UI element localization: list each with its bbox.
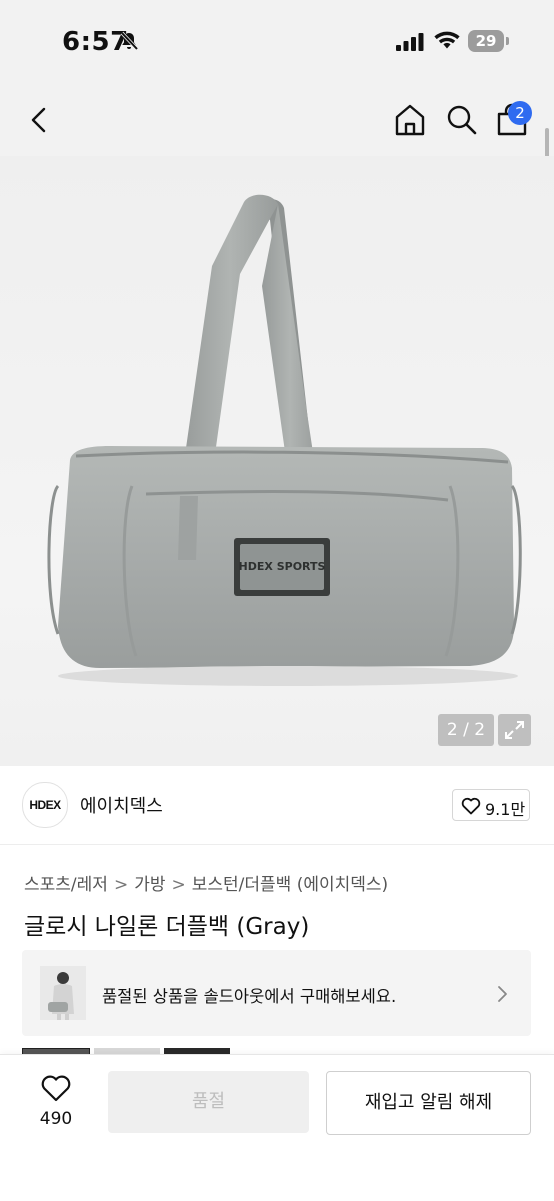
wish-button[interactable]: 490: [20, 1071, 92, 1131]
search-button[interactable]: [444, 102, 480, 142]
breadcrumb-item-bag[interactable]: 가방: [134, 875, 165, 895]
chevron-right-icon: >: [171, 875, 186, 895]
home-button[interactable]: [392, 102, 428, 142]
chevron-right-icon: >: [113, 875, 129, 895]
battery-level: 29: [468, 30, 504, 52]
product-image: HDEX SPORTS: [47, 194, 522, 686]
heart-icon: [461, 797, 481, 815]
banner-thumbnail: [40, 966, 86, 1020]
image-counter: 2 / 2: [438, 714, 494, 746]
bell-muted-icon: [118, 30, 140, 56]
back-button[interactable]: [24, 104, 56, 140]
product-title: 글로시 나일론 더플백 (Gray): [24, 914, 310, 940]
brand-like-count: 9.1만: [485, 800, 526, 819]
cart-count-badge: 2: [508, 101, 532, 125]
soldout-banner[interactable]: 품절된 상품을 솔드아웃에서 구매해보세요.: [22, 950, 531, 1036]
heart-icon: [41, 1075, 71, 1102]
top-nav: 2: [0, 80, 554, 156]
banner-text: 품절된 상품을 솔드아웃에서 구매해보세요.: [102, 987, 397, 1006]
expand-icon: [505, 721, 524, 739]
chevron-left-icon: [31, 107, 46, 133]
bottom-action-bar: 490 품절 재입고 알림 해제: [0, 1054, 554, 1201]
product-image-gallery[interactable]: HDEX SPORTS: [0, 156, 554, 766]
brand-name[interactable]: 에이치덱스: [80, 792, 163, 818]
breadcrumb: 스포츠/레저 > 가방 > 보스턴/더플백 (에이치덱스): [24, 870, 388, 895]
chevron-right-icon: [498, 986, 507, 1002]
soldout-button: 품절: [108, 1071, 309, 1133]
brand-row: HDEX 에이치덱스 9.1만: [0, 768, 554, 845]
restock-alert-cancel-button[interactable]: 재입고 알림 해제: [326, 1071, 531, 1135]
patch-text: HDEX SPORTS: [239, 560, 326, 573]
brand-like-button[interactable]: 9.1만: [452, 789, 530, 821]
search-icon: [447, 105, 477, 135]
fullscreen-button[interactable]: [498, 714, 531, 746]
breadcrumb-item-duffle[interactable]: 보스턴/더플백 (에이치덱스): [192, 875, 388, 895]
wish-count: 490: [39, 1109, 73, 1129]
wifi-icon: [434, 30, 460, 54]
home-icon: [395, 104, 425, 136]
status-bar: 6:57 29: [0, 0, 554, 80]
breadcrumb-item-sports[interactable]: 스포츠/레저: [24, 875, 108, 895]
cellular-signal-icon: [396, 33, 424, 55]
brand-logo[interactable]: HDEX: [22, 782, 68, 828]
battery-icon: 29: [468, 30, 510, 52]
